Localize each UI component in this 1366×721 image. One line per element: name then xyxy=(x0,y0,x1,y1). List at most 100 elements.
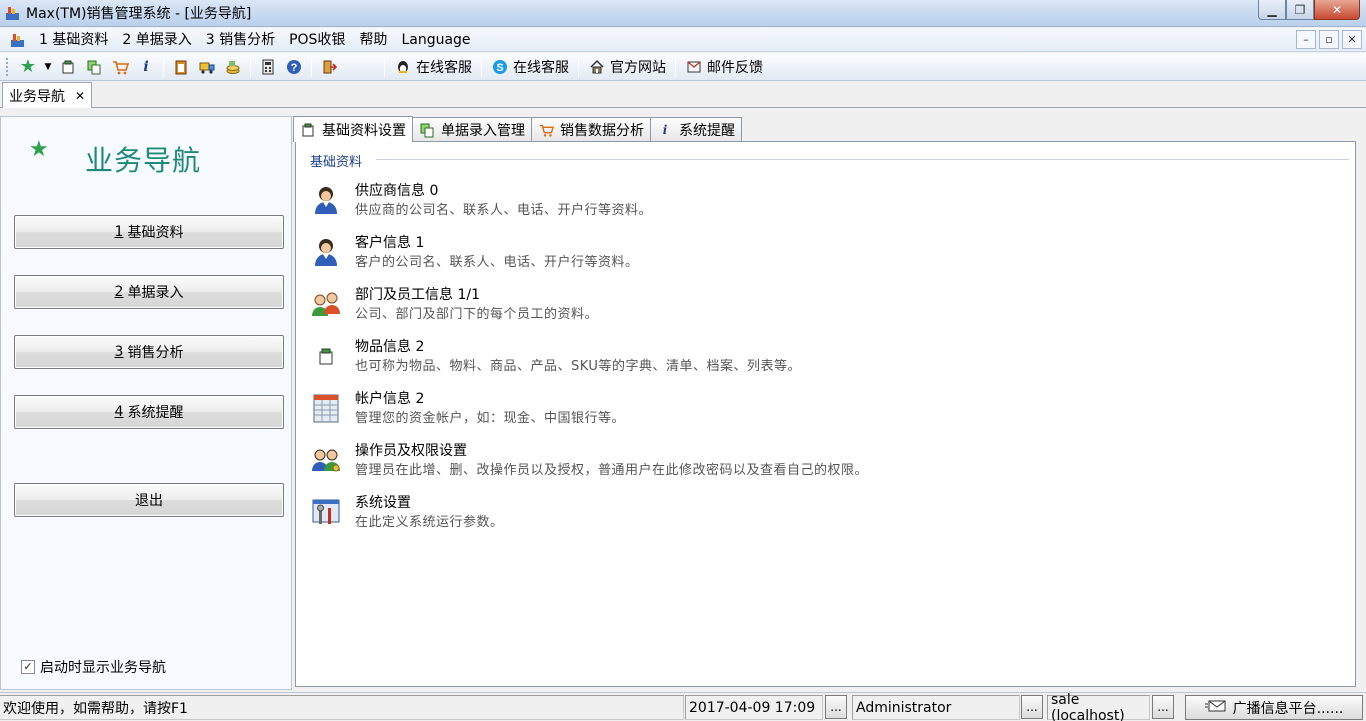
user-more-button[interactable]: ... xyxy=(1021,695,1043,719)
show-nav-on-startup-checkbox[interactable]: ✓ xyxy=(21,660,35,674)
official-site-link[interactable]: 官方网站 xyxy=(583,55,671,79)
copy-docs-icon[interactable] xyxy=(81,55,107,79)
content-area: 基础资料设置 单据录入管理 销售数据分析 i 系统提醒 基础资料 供应商信息 0… xyxy=(293,116,1366,690)
exit-button[interactable]: 退出 xyxy=(14,483,284,517)
qq-service-link[interactable]: 在线客服 xyxy=(389,55,477,79)
startup-label: 启动时显示业务导航 xyxy=(40,660,166,676)
menu-bar: 1 基础资料 2 单据录入 3 销售分析 POS收银 帮助 Language –… xyxy=(0,28,1366,52)
toolbar-separator xyxy=(311,56,312,77)
mdi-minimize-button[interactable]: – xyxy=(1296,30,1316,49)
people-group-icon xyxy=(310,288,342,320)
menu-pos[interactable]: POS收银 xyxy=(282,29,352,51)
item-desc: 也可称为物品、物料、商品、产品、SKU等的字典、清单、档案、列表等。 xyxy=(355,359,801,374)
item-goods-info[interactable]: 物品信息 2 也可称为物品、物料、商品、产品、SKU等的字典、清单、档案、列表等… xyxy=(308,336,1308,380)
item-system-settings[interactable]: 系统设置 在此定义系统运行参数。 xyxy=(308,492,1308,536)
minimize-button[interactable]: ▁ xyxy=(1258,0,1286,20)
tab-basic-data-settings[interactable]: 基础资料设置 xyxy=(293,116,413,142)
menu-document-entry[interactable]: 2 单据录入 xyxy=(115,29,198,51)
clipboard-icon[interactable] xyxy=(168,55,194,79)
home-icon xyxy=(588,58,606,76)
nav-sales-analysis-button[interactable]: 3 销售分析 xyxy=(14,335,284,369)
person-icon xyxy=(310,184,342,216)
toolbar-separator xyxy=(250,56,251,77)
item-supplier-info[interactable]: 供应商信息 0 供应商的公司名、联系人、电话、开户行等资料。 xyxy=(308,180,1308,224)
cart-icon[interactable] xyxy=(107,55,133,79)
group-title: 基础资料 xyxy=(310,151,369,170)
skype-service-link[interactable]: S 在线客服 xyxy=(486,55,574,79)
truck-icon[interactable] xyxy=(194,55,220,79)
nav-basic-data-button[interactable]: 1 基础资料 xyxy=(14,215,284,249)
broadcast-label: 广播信息平台...... xyxy=(1232,700,1344,717)
nav-button-key: 2 xyxy=(114,284,124,300)
item-customer-info[interactable]: 客户信息 1 客户的公司名、联系人、电话、开户行等资料。 xyxy=(308,232,1308,276)
mail-icon xyxy=(685,58,703,76)
basic-data-panel: 基础资料 供应商信息 0 供应商的公司名、联系人、电话、开户行等资料。 客户信息… xyxy=(295,141,1356,687)
item-name: 帐户信息 2 xyxy=(355,391,425,407)
toolbar-separator xyxy=(163,56,164,77)
close-button[interactable]: ✕ xyxy=(1314,0,1360,20)
doc-tab-label: 业务导航 xyxy=(9,88,65,105)
skype-service-label: 在线客服 xyxy=(513,59,569,76)
item-name: 物品信息 2 xyxy=(355,339,425,355)
toolbar-grip[interactable] xyxy=(6,57,9,76)
mdi-restore-button[interactable]: ▫ xyxy=(1319,30,1339,49)
mdi-close-button[interactable]: ✕ xyxy=(1342,30,1362,49)
calculator-icon[interactable] xyxy=(255,55,281,79)
close-tab-icon[interactable]: ✕ xyxy=(75,89,85,103)
tab-label: 基础资料设置 xyxy=(322,122,406,139)
tab-sales-analysis[interactable]: 销售数据分析 xyxy=(531,117,651,142)
group-divider xyxy=(376,159,1349,160)
star-icon[interactable]: ★ xyxy=(15,55,41,79)
restore-button[interactable]: ❐ xyxy=(1286,0,1314,20)
item-department-staff-info[interactable]: 部门及员工信息 1/1 公司、部门及部门下的每个员工的资料。 xyxy=(308,284,1308,328)
item-account-info[interactable]: 帐户信息 2 管理您的资金帐户，如：现金、中国银行等。 xyxy=(308,388,1308,432)
broadcast-button[interactable]: 广播信息平台...... xyxy=(1185,695,1363,720)
menu-language[interactable]: Language xyxy=(394,29,477,51)
menu-basic-data[interactable]: 1 基础资料 xyxy=(32,29,115,51)
menu-help[interactable]: 帮助 xyxy=(352,29,394,51)
nav-button-label: 销售分析 xyxy=(127,345,184,361)
status-bar: 欢迎使用，如需帮助，请按F1 2017-04-09 17:09 ... Admi… xyxy=(0,692,1366,721)
tab-system-reminder[interactable]: i 系统提醒 xyxy=(650,117,742,142)
status-datetime: 2017-04-09 17:09 xyxy=(685,695,823,720)
nav-document-entry-button[interactable]: 2 单据录入 xyxy=(14,275,284,309)
item-name: 部门及员工信息 1/1 xyxy=(355,287,480,303)
star-icon: ★ xyxy=(29,137,49,162)
box-icon xyxy=(300,122,316,138)
tab-label: 销售数据分析 xyxy=(560,123,644,139)
item-desc: 供应商的公司名、联系人、电话、开户行等资料。 xyxy=(355,203,653,218)
menu-sales-analysis[interactable]: 3 销售分析 xyxy=(199,29,282,51)
item-name: 系统设置 xyxy=(355,495,411,511)
svg-text:?: ? xyxy=(291,62,298,74)
item-operator-permissions[interactable]: 操作员及权限设置 管理员在此增、删、改操作员以及授权，普通用户在此修改密码以及查… xyxy=(308,440,1308,484)
info-icon[interactable]: i xyxy=(133,55,159,79)
dropdown-arrow-icon[interactable]: ▼ xyxy=(41,55,55,79)
content-tabs: 基础资料设置 单据录入管理 销售数据分析 i 系统提醒 xyxy=(293,116,742,142)
tab-label: 系统提醒 xyxy=(679,123,735,139)
cart-icon xyxy=(538,122,554,138)
nav-button-label: 系统提醒 xyxy=(127,405,184,421)
datetime-more-button[interactable]: ... xyxy=(825,695,847,719)
item-desc: 公司、部门及部门下的每个员工的资料。 xyxy=(355,307,599,322)
item-desc: 客户的公司名、联系人、电话、开户行等资料。 xyxy=(355,255,639,270)
app-menu-icon[interactable] xyxy=(8,31,28,49)
help-icon[interactable]: ? xyxy=(281,55,307,79)
status-welcome: 欢迎使用，如需帮助，请按F1 xyxy=(0,695,684,720)
doc-tab-business-nav[interactable]: 业务导航 ✕ xyxy=(2,82,93,108)
email-feedback-link[interactable]: 邮件反馈 xyxy=(680,55,768,79)
toolbar-separator xyxy=(384,56,385,77)
item-desc: 在此定义系统运行参数。 xyxy=(355,515,504,530)
exit-door-icon[interactable] xyxy=(316,55,342,79)
box-icon[interactable] xyxy=(55,55,81,79)
tab-document-entry[interactable]: 单据录入管理 xyxy=(412,117,532,142)
money-icon[interactable] xyxy=(220,55,246,79)
toolbar: ★ ▼ i ? 在线客服 S 在线客服 官方网站 邮件反馈 xyxy=(0,53,1366,81)
ledger-icon xyxy=(310,392,342,424)
svg-text:S: S xyxy=(496,62,503,74)
database-more-button[interactable]: ... xyxy=(1152,695,1174,719)
document-tab-strip: 业务导航 ✕ xyxy=(0,82,1366,108)
nav-system-reminder-button[interactable]: 4 系统提醒 xyxy=(14,395,284,429)
info-icon: i xyxy=(662,123,668,137)
window-title: Max(TM)销售管理系统 - [业务导航] xyxy=(26,6,252,22)
item-desc: 管理您的资金帐户，如：现金、中国银行等。 xyxy=(355,411,626,426)
